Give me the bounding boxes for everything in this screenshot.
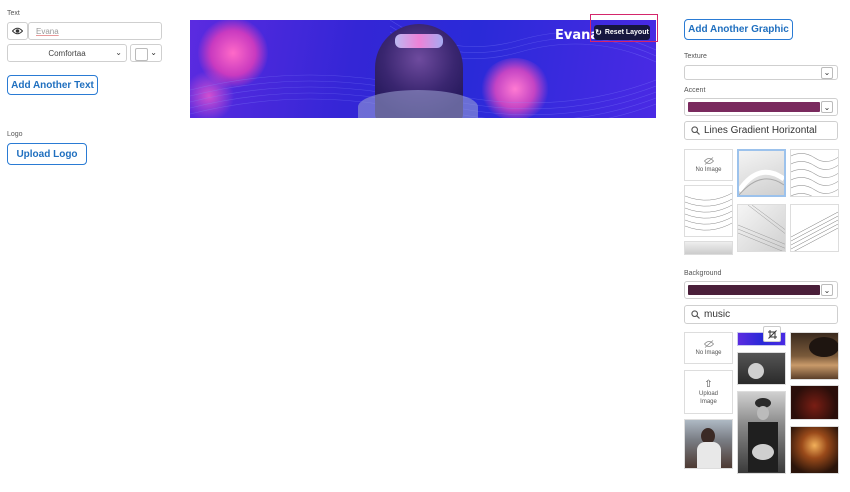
search-icon bbox=[691, 126, 700, 135]
refresh-icon: ↻ bbox=[595, 28, 602, 37]
background-photo-guitarist[interactable] bbox=[737, 391, 786, 474]
background-photo-vinyl[interactable] bbox=[790, 332, 839, 380]
accent-color-select[interactable]: ⌄ bbox=[684, 98, 838, 116]
upload-image-tile[interactable]: ⇧ Upload Image bbox=[684, 370, 733, 414]
logo-section-label: Logo bbox=[7, 131, 23, 138]
text-section-label: Text bbox=[7, 10, 20, 17]
background-photo-concert[interactable] bbox=[790, 426, 839, 474]
no-image-texture-tile[interactable]: No Image bbox=[684, 149, 733, 181]
accent-label: Accent bbox=[684, 87, 706, 94]
add-another-text-button[interactable]: Add Another Text bbox=[7, 75, 98, 95]
text-input[interactable]: Evana bbox=[28, 22, 162, 40]
line-pattern bbox=[685, 192, 732, 231]
text-color-picker[interactable]: ⌄ bbox=[130, 44, 162, 62]
chevron-down-icon: ⌄ bbox=[150, 48, 157, 57]
goggles-shape bbox=[395, 34, 443, 48]
texture-search-input[interactable]: Lines Gradient Horizontal bbox=[684, 121, 838, 140]
background-swatch bbox=[688, 285, 820, 295]
background-search-input[interactable]: music bbox=[684, 305, 838, 324]
texture-tile[interactable] bbox=[737, 204, 786, 252]
texture-tile-selected[interactable] bbox=[737, 149, 786, 197]
chevron-down-icon: ⌄ bbox=[821, 66, 833, 79]
visibility-toggle[interactable] bbox=[7, 22, 28, 40]
wave-pattern bbox=[791, 153, 838, 196]
eye-icon bbox=[12, 27, 23, 35]
hidden-eye-icon bbox=[703, 157, 714, 165]
curve-pattern bbox=[739, 169, 784, 195]
background-photo-banjo[interactable] bbox=[737, 352, 786, 385]
remove-image-button[interactable] bbox=[763, 326, 781, 342]
reset-layout-button[interactable]: ↻ Reset Layout bbox=[594, 25, 650, 40]
background-photo-singer[interactable] bbox=[684, 419, 733, 469]
texture-select[interactable]: ⌄ bbox=[684, 65, 838, 80]
chevron-down-icon: ⌄ bbox=[821, 101, 833, 113]
background-label: Background bbox=[684, 270, 722, 277]
color-swatch bbox=[135, 48, 148, 61]
upload-logo-button[interactable]: Upload Logo bbox=[7, 143, 87, 165]
line-pattern bbox=[791, 211, 838, 251]
accent-swatch bbox=[688, 102, 820, 112]
search-icon bbox=[691, 310, 700, 319]
texture-tile[interactable] bbox=[684, 241, 733, 255]
hidden-eye-icon bbox=[703, 340, 714, 348]
chevron-down-icon: ⌄ bbox=[115, 48, 122, 57]
texture-tile[interactable] bbox=[790, 149, 839, 197]
texture-label: Texture bbox=[684, 53, 707, 60]
background-color-select[interactable]: ⌄ bbox=[684, 281, 838, 299]
line-pattern bbox=[738, 205, 785, 251]
texture-tile[interactable] bbox=[684, 185, 733, 237]
texture-tile[interactable] bbox=[790, 204, 839, 252]
upload-arrow-icon: ⇧ bbox=[704, 378, 713, 390]
banner-preview[interactable]: Evana bbox=[190, 20, 656, 118]
chevron-down-icon: ⌄ bbox=[821, 284, 833, 296]
add-another-graphic-button[interactable]: Add Another Graphic bbox=[684, 19, 793, 40]
background-photo-stage[interactable] bbox=[790, 385, 839, 420]
no-image-background-tile[interactable]: No Image bbox=[684, 332, 733, 364]
crop-off-icon bbox=[767, 329, 777, 339]
font-select[interactable]: Comfortaa ⌄ bbox=[7, 44, 127, 62]
shoulders-shape bbox=[358, 90, 478, 118]
